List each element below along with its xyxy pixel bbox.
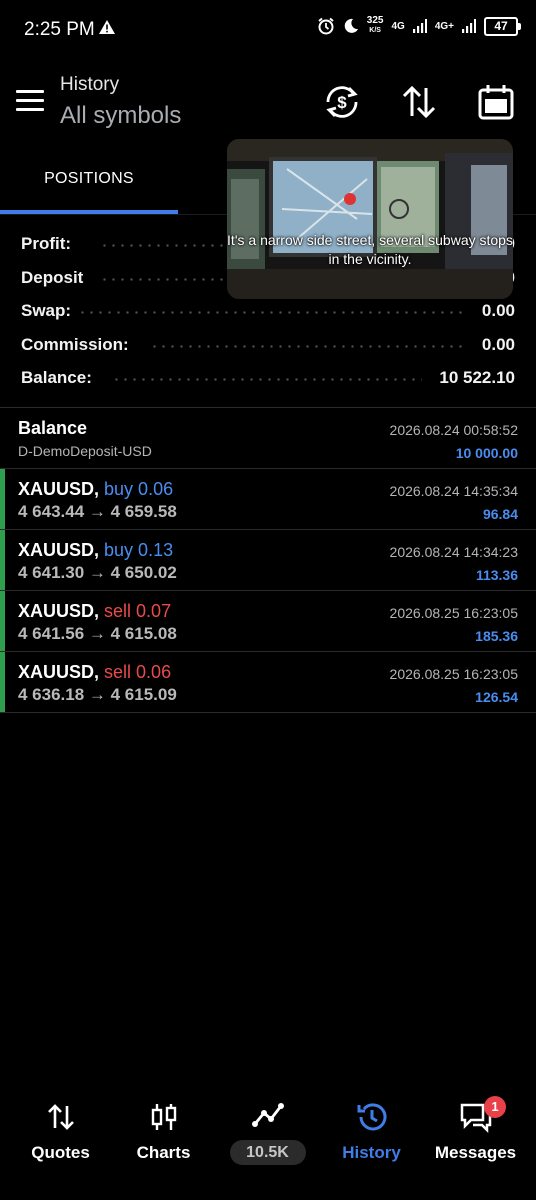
deal-symbol: XAUUSD, sell 0.06 [18,662,172,682]
moon-icon [344,18,358,33]
dotted-leader [150,344,465,348]
summary-value: 0.00 [481,301,515,320]
status-bar: 2:25 PM 325 K/S 4G 4G+ 47 [0,0,536,60]
dotted-leader [78,311,463,314]
summary-label: Commission: [21,334,129,354]
video-caption: It's a narrow side street, several subwa… [227,232,513,267]
deal-date: 2026.08.24 14:34:23 [389,544,518,560]
network-speed: 325 K/S [366,15,384,35]
nav-messages[interactable]: 1 Messages [422,1090,529,1180]
deal-row[interactable]: XAUUSD, buy 0.13 4 641.30 → 4 650.02 202… [0,530,536,591]
messages-badge: 1 [484,1096,506,1118]
candlestick-icon [151,1104,176,1130]
deal-profit: 113.36 [475,567,518,583]
nav-label: Messages [434,1143,517,1162]
app-header: History All symbols $ [0,64,536,144]
deal-row[interactable]: XAUUSD, sell 0.07 4 641.56 → 4 615.08 20… [0,591,536,652]
deal-indicator [0,530,5,590]
video-overlay[interactable]: It's a narrow side street, several subwa… [227,139,513,299]
nav-charts[interactable]: Charts [110,1090,217,1180]
deal-profit: 126.54 [475,689,518,705]
nav-trade[interactable]: 10.5K [214,1090,321,1180]
currency-sync-icon[interactable]: $ [322,82,362,122]
deal-prices: 4 641.30 → 4 650.02 [18,563,177,582]
deal-indicator [0,469,5,529]
swap-vertical-icon [47,1104,74,1130]
deal-volume: sell 0.06 [104,662,172,682]
calendar-icon[interactable] [476,82,516,122]
warning-icon [99,20,115,34]
dotted-leader [112,378,422,381]
summary-row-balance: Balance: 10 522.10 [0,362,536,396]
nav-label: History [342,1143,401,1162]
summary-label: Balance: [21,368,92,387]
deal-profit: 96.84 [482,506,518,522]
symbol-filter[interactable]: All symbols [60,102,181,130]
entry-comment: D-DemoDeposit-USD [18,443,152,459]
trade-pill: 10.5K [229,1140,306,1165]
deal-prices: 4 643.44 → 4 659.58 [18,502,177,521]
deal-symbol: XAUUSD, buy 0.13 [18,540,174,560]
status-time: 2:25 PM [24,19,95,40]
summary-label: Swap: [21,301,72,320]
bottom-navigation: Quotes Charts 10.5K History 1 Messages [0,1090,536,1180]
network-type-1: 4G [391,20,405,32]
deal-row[interactable]: XAUUSD, buy 0.06 4 643.44 → 4 659.58 202… [0,469,536,530]
page-title: History [60,74,120,95]
tab-positions[interactable]: POSITIONS [0,150,178,212]
summary-label: Profit: [21,234,72,253]
deal-volume: buy 0.13 [104,540,174,560]
svg-text:$: $ [337,93,347,112]
summary-row-commission: Commission: 0.00 [0,329,536,363]
nav-label: Quotes [31,1143,90,1162]
deal-date: 2026.08.25 16:23:05 [389,605,518,621]
nav-history[interactable]: History [318,1090,425,1180]
nav-label: Charts [136,1143,191,1162]
battery-icon: 47 [484,16,521,36]
summary-value: 0.00 [481,334,515,354]
network-type-2: 4G+ [434,20,454,32]
balance-entry[interactable]: Balance D-DemoDeposit-USD 2026.08.24 00:… [0,408,536,469]
nav-quotes[interactable]: Quotes [7,1090,114,1180]
deal-volume: buy 0.06 [104,479,174,499]
deal-symbol: XAUUSD, sell 0.07 [18,601,172,621]
entry-amount: 10 000.00 [455,445,518,461]
deal-date: 2026.08.24 14:35:34 [389,483,518,499]
active-tab-indicator [0,210,178,214]
signal-icon [462,19,476,33]
summary-label: Deposit [21,267,84,287]
entry-date: 2026.08.24 00:58:52 [389,422,518,438]
menu-icon[interactable] [16,90,44,112]
trend-line-icon [251,1103,284,1127]
video-frame [227,139,513,299]
deal-date: 2026.08.25 16:23:05 [389,666,518,682]
summary-row-swap: Swap: 0.00 [0,295,536,329]
summary-value: 10 522.10 [439,368,515,387]
deal-volume: sell 0.07 [104,601,172,621]
deal-indicator [0,591,5,651]
entry-title: Balance [18,418,88,438]
deal-indicator [0,652,5,712]
deal-prices: 4 641.56 → 4 615.08 [18,624,177,643]
deal-row[interactable]: XAUUSD, sell 0.06 4 636.18 → 4 615.09 20… [0,652,536,713]
sort-icon[interactable] [399,82,439,122]
history-list: Balance D-DemoDeposit-USD 2026.08.24 00:… [0,407,536,713]
deal-symbol: XAUUSD, buy 0.06 [18,479,174,499]
signal-icon [412,19,427,33]
deal-profit: 185.36 [475,628,518,644]
deal-prices: 4 636.18 → 4 615.09 [18,685,177,704]
history-icon [357,1103,386,1131]
alarm-icon [318,17,334,35]
